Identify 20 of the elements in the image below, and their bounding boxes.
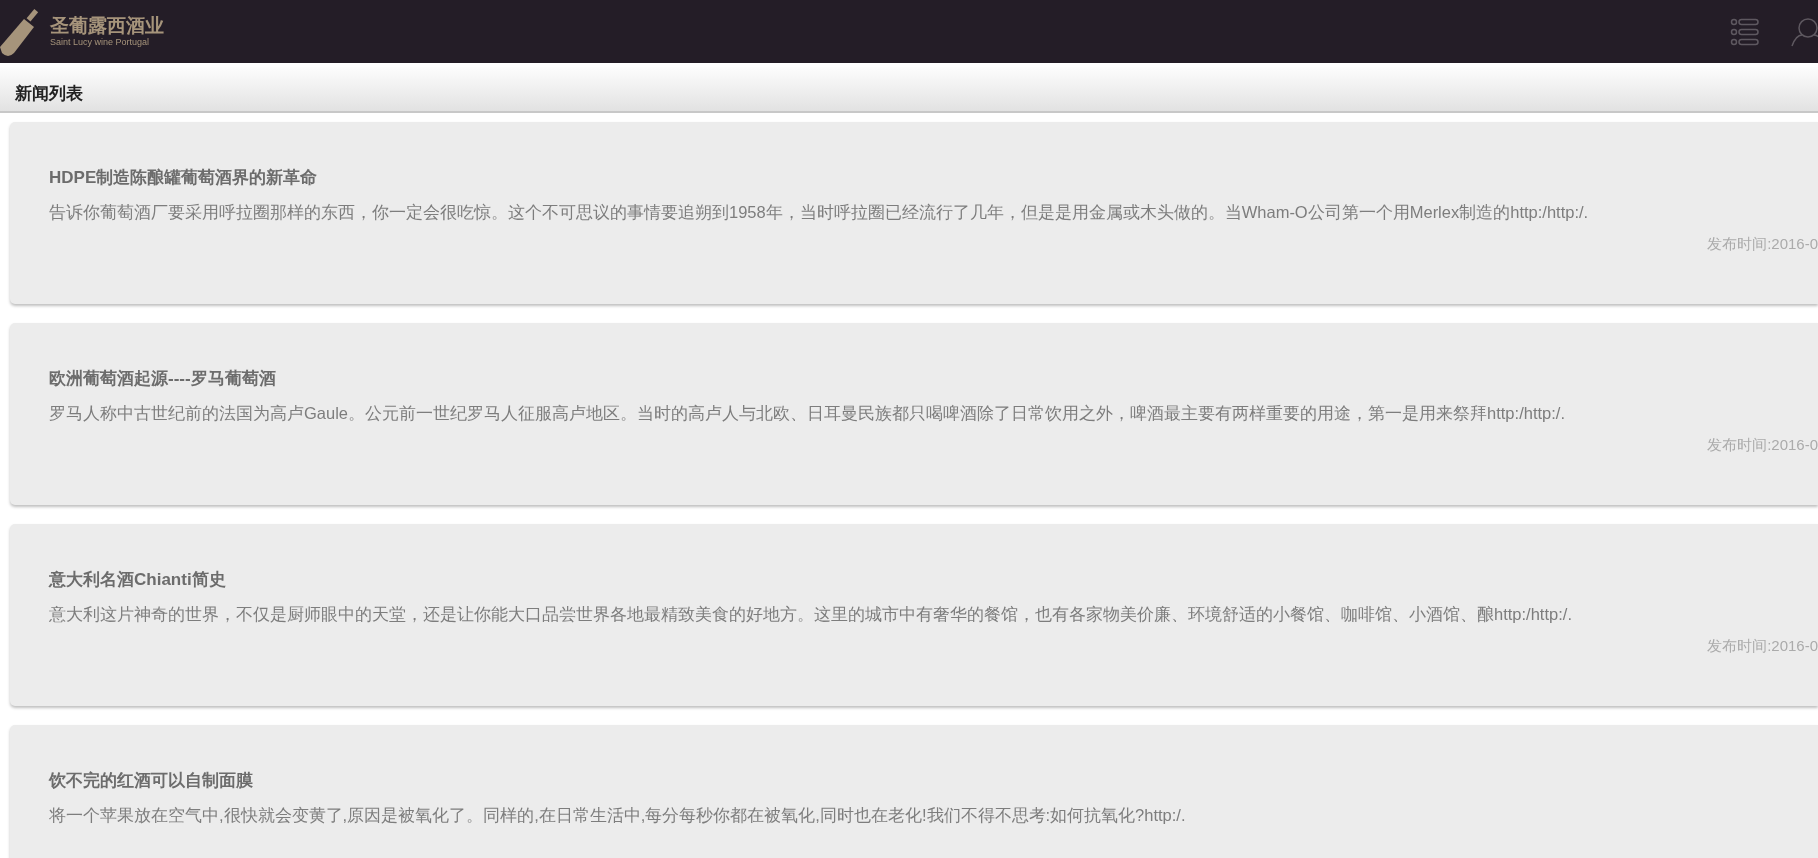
- news-summary: 告诉你葡萄酒厂要采用呼拉圈那样的东西，你一定会很吃惊。这个不可思议的事情要追朔到1958年，当时呼拉圈已经流行了几年，但是是用金属或木头做的。当Wham-O公司第一个用Merlex制造的http:/http:/.: [49, 202, 1590, 223]
- menu-icon[interactable]: [1730, 17, 1760, 46]
- news-card[interactable]: 饮不完的红酒可以自制面膜 将一个苹果放在空气中,很快就会变黄了,原因是被氧化了。同样的,在日常生活中,每分每秒你都在被氧化,同时也在老化!我们不得不思考:如何抗氧化?http:/.: [10, 725, 1818, 858]
- news-title: 饮不完的红酒可以自制面膜: [49, 770, 254, 792]
- news-summary: 意大利这片神奇的世界，不仅是厨师眼中的天堂，还是让你能大口品尝世界各地最精致美食的好地方。这里的城市中有奢华的餐馆，也有各家物美价廉、环境舒适的小餐馆、咖啡馆、小酒馆、酿http:/http:/.: [49, 604, 1573, 625]
- publish-date: 发布时间:2016-0: [1707, 235, 1818, 254]
- publish-date: 发布时间:2016-0: [1707, 436, 1818, 455]
- news-title: 欧洲葡萄酒起源----罗马葡萄酒: [49, 368, 277, 390]
- publish-date: 发布时间:2016-0: [1707, 637, 1818, 656]
- news-card[interactable]: 欧洲葡萄酒起源----罗马葡萄酒 罗马人称中古世纪前的法国为高卢Gaule。公元前一世纪罗马人征服高卢地区。当时的高卢人与北欧、日耳曼民族都只喝啤酒除了日常饮用之外，啤酒最主要有两样重要的用途，第一是用来祭拜http:/http:/. 发布时间:2016-0: [10, 323, 1818, 505]
- brand-name: 圣葡露西酒业: [50, 15, 164, 37]
- news-summary: 将一个苹果放在空气中,很快就会变黄了,原因是被氧化了。同样的,在日常生活中,每分每秒你都在被氧化,同时也在老化!我们不得不思考:如何抗氧化?http:/.: [49, 805, 1187, 826]
- news-summary: 罗马人称中古世纪前的法国为高卢Gaule。公元前一世纪罗马人征服高卢地区。当时的高卢人与北欧、日耳曼民族都只喝啤酒除了日常饮用之外，啤酒最主要有两样重要的用途，第一是用来祭拜http:/http:/.: [49, 403, 1566, 424]
- news-title: 意大利名酒Chianti简史: [49, 569, 227, 591]
- news-title: HDPE制造陈酿罐葡萄酒界的新革命: [49, 167, 319, 189]
- brand-tagline: Saint Lucy wine Portugal: [50, 37, 151, 48]
- section-title: 新闻列表: [15, 83, 83, 105]
- news-card[interactable]: 意大利名酒Chianti简史 意大利这片神奇的世界，不仅是厨师眼中的天堂，还是让你能大口品尝世界各地最精致美食的好地方。这里的城市中有奢华的餐馆，也有各家物美价廉、环境舒适的小餐馆、咖啡馆、小酒馆、酿http:/http:/. 发布时间:2016-0: [10, 524, 1818, 706]
- news-card[interactable]: HDPE制造陈酿罐葡萄酒界的新革命 告诉你葡萄酒厂要采用呼拉圈那样的东西，你一定会很吃惊。这个不可思议的事情要追朔到1958年，当时呼拉圈已经流行了几年，但是是用金属或木头做的。当Wham-O公司第一个用Merlex制造的http:/http:/. 发布时间:2016-0: [10, 122, 1818, 304]
- user-icon[interactable]: [1790, 16, 1818, 47]
